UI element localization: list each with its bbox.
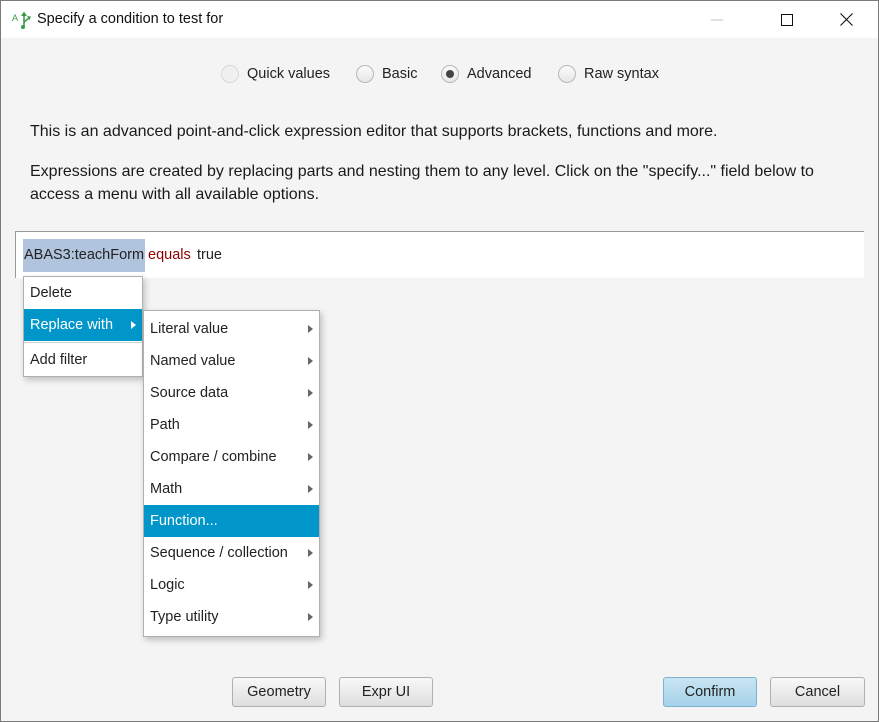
menu-item-type-utility[interactable]: Type utility [144,601,319,633]
submenu-arrow-icon [308,581,313,589]
svg-text:A: A [12,13,18,23]
window-title: Specify a condition to test for [37,11,224,27]
close-icon [839,13,853,26]
menu-item-label: Path [150,417,180,433]
radio-circle [441,65,459,83]
radio-label: Quick values [247,66,331,82]
mode-selector: Quick values Basic Advanced Raw syntax [1,65,878,89]
submenu-arrow-icon [308,613,313,621]
radio-raw-syntax[interactable]: Raw syntax [558,65,659,83]
submenu-arrow-icon [131,321,136,329]
submenu-arrow-icon [308,453,313,461]
menu-item-path[interactable]: Path [144,409,319,441]
menu-item-label: Compare / combine [150,449,277,465]
menu-item-math[interactable]: Math [144,473,319,505]
menu-item-label: Math [150,481,183,497]
menu-item-delete[interactable]: Delete [24,277,142,309]
submenu-arrow-icon [308,389,313,397]
maximize-button[interactable] [764,1,810,38]
confirm-button[interactable]: Confirm [663,677,757,707]
menu-item-literal-value[interactable]: Literal value [144,313,319,345]
flow-branch-icon: A [12,11,31,29]
expression-value-token[interactable]: true [197,239,222,272]
dialog-window: A Specify a condition to test for Quick … [0,0,879,722]
expression-operator-token[interactable]: equals [148,239,191,272]
menu-item-label: Sequence / collection [150,545,288,561]
menu-item-logic[interactable]: Logic [144,569,319,601]
menu-item-label: Named value [150,353,236,369]
radio-selected-dot [446,70,454,78]
expr-ui-button[interactable]: Expr UI [339,677,433,707]
menu-item-label: Type utility [150,609,219,625]
menu-item-replace-with[interactable]: Replace with [24,309,142,341]
menu-item-compare-combine[interactable]: Compare / combine [144,441,319,473]
menu-item-label: Source data [150,385,229,401]
minimize-icon [711,19,723,20]
context-menu: Delete Replace with Add filter [23,276,143,377]
menu-item-label: Literal value [150,321,229,337]
radio-basic[interactable]: Basic [356,65,417,83]
radio-circle [221,65,239,83]
submenu-arrow-icon [308,421,313,429]
menu-item-label: Delete [30,285,72,301]
radio-circle [356,65,374,83]
menu-separator [24,342,142,343]
submenu-arrow-icon [308,485,313,493]
menu-item-label: Logic [150,577,185,593]
expression-field-token[interactable]: ABAS3:teachForm [23,239,146,272]
radio-advanced[interactable]: Advanced [441,65,532,83]
radio-label: Advanced [467,66,532,82]
submenu-arrow-icon [308,325,313,333]
title-bar: A Specify a condition to test for [1,1,878,38]
menu-item-named-value[interactable]: Named value [144,345,319,377]
radio-quick-values[interactable]: Quick values [221,65,330,83]
submenu-arrow-icon [308,549,313,557]
menu-item-label: Function... [150,513,218,529]
menu-item-function[interactable]: Function... [144,505,319,537]
cancel-button[interactable]: Cancel [770,677,865,707]
expression-editor[interactable]: ABAS3:teachForm equals true [15,231,864,278]
menu-item-label: Replace with [30,317,114,333]
maximize-icon [781,13,793,26]
geometry-button[interactable]: Geometry [232,677,326,707]
menu-item-label: Add filter [30,352,88,368]
menu-item-source-data[interactable]: Source data [144,377,319,409]
menu-item-sequence-collection[interactable]: Sequence / collection [144,537,319,569]
minimize-button[interactable] [694,1,740,38]
description-line-1: This is an advanced point-and-click expr… [30,123,718,140]
menu-item-add-filter[interactable]: Add filter [24,344,142,376]
replace-with-submenu: Literal value Named value Source data Pa… [143,310,320,637]
radio-label: Basic [382,66,418,82]
description-line-2: Expressions are created by replacing par… [30,163,814,203]
radio-label: Raw syntax [584,66,659,82]
submenu-arrow-icon [308,357,313,365]
close-button[interactable] [823,1,869,38]
radio-circle [558,65,576,83]
